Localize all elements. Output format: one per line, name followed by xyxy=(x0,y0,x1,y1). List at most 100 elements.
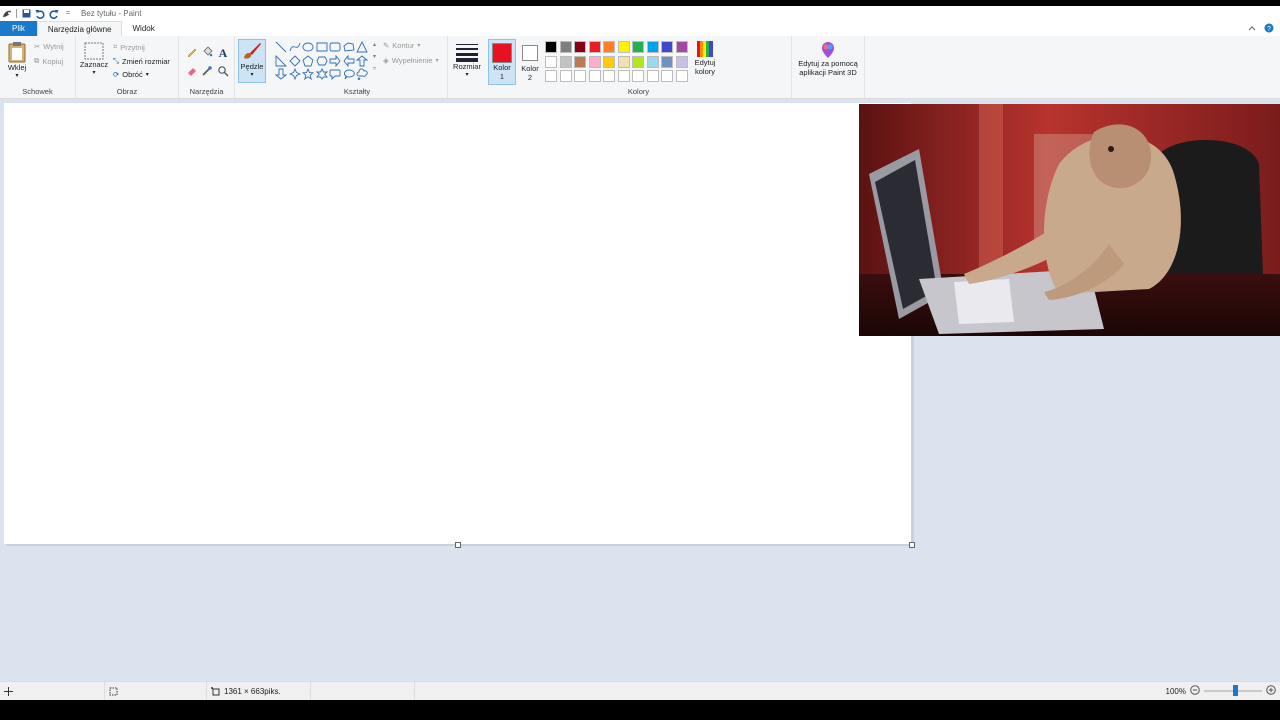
outline-button[interactable]: ✎ Kontur ▾ xyxy=(383,41,420,50)
edit-with-paint3d-button[interactable]: Edytuj za pomocą aplikacji Paint 3D xyxy=(796,41,860,77)
redo-icon[interactable] xyxy=(49,9,59,19)
curve-shape-icon[interactable] xyxy=(289,41,301,53)
minimize-ribbon-icon[interactable] xyxy=(1248,24,1256,33)
shapes-gallery-scroll[interactable]: ▴ ▾ ▿ xyxy=(373,41,376,72)
oval-shape-icon[interactable] xyxy=(302,41,314,53)
oval-callout-shape-icon[interactable] xyxy=(343,68,355,80)
left-arrow-shape-icon[interactable] xyxy=(342,54,355,67)
palette-swatch[interactable] xyxy=(617,55,630,68)
scroll-down-icon[interactable]: ▾ xyxy=(373,53,376,60)
resize-handle-corner[interactable] xyxy=(909,542,915,548)
resize-button[interactable]: ⤡ Zmień rozmiar xyxy=(113,56,170,66)
four-point-star-shape-icon[interactable] xyxy=(288,68,301,80)
palette-swatch[interactable] xyxy=(603,55,615,68)
brushes-button[interactable]: Pędzle ▾ xyxy=(238,39,266,83)
resize-handle-bottom[interactable] xyxy=(455,542,461,548)
scroll-up-icon[interactable]: ▴ xyxy=(373,41,376,48)
crop-button[interactable]: ⌗ Przytnij xyxy=(113,42,145,52)
tab-home[interactable]: Narzędzia główne xyxy=(36,21,123,36)
quick-access-toolbar: = xyxy=(0,6,73,21)
svg-text:A: A xyxy=(219,46,228,58)
cut-button[interactable]: ✂ Wytnij xyxy=(34,42,64,51)
tab-view[interactable]: Widok xyxy=(122,21,164,36)
pencil-icon[interactable] xyxy=(186,46,198,58)
video-overlay-image xyxy=(859,104,1280,336)
rotate-button[interactable]: ⟳ Obróć ▾ xyxy=(113,70,149,79)
palette-swatch[interactable] xyxy=(588,41,601,53)
fill-icon[interactable] xyxy=(201,46,213,58)
crop-label: Przytnij xyxy=(120,42,145,52)
palette-swatch[interactable] xyxy=(661,55,673,68)
chevron-down-icon: ▾ xyxy=(15,73,19,79)
size-button[interactable]: Rozmiar ▾ xyxy=(452,42,482,80)
palette-swatch[interactable] xyxy=(646,55,659,68)
paint3d-icon xyxy=(822,42,834,58)
paint-app-icon[interactable] xyxy=(2,9,12,19)
palette-swatch[interactable] xyxy=(545,55,557,68)
rectangle-shape-icon[interactable] xyxy=(316,41,328,53)
eraser-icon[interactable] xyxy=(186,65,198,77)
image-group: Zaznacz ▾ ⌗ Przytnij ⤡ Zmień rozmiar ⟳ O… xyxy=(76,36,179,98)
palette-swatch[interactable] xyxy=(661,41,673,53)
ribbon-tabs: Plik Narzędzia główne Widok ? xyxy=(0,21,1280,36)
palette-swatch[interactable] xyxy=(617,41,630,53)
magnifier-icon[interactable] xyxy=(217,65,229,77)
palette-swatch[interactable] xyxy=(646,41,659,53)
zoom-slider-thumb[interactable] xyxy=(1233,685,1238,696)
select-button[interactable]: Zaznacz ▾ xyxy=(79,42,109,78)
text-icon[interactable]: A xyxy=(217,46,229,58)
rounded-callout-shape-icon[interactable] xyxy=(329,68,341,80)
right-triangle-shape-icon[interactable] xyxy=(275,54,287,67)
diamond-shape-icon[interactable] xyxy=(288,54,301,67)
color2-button[interactable]: Kolor 2 xyxy=(517,40,543,82)
palette-swatch[interactable] xyxy=(559,41,572,53)
pentagon-shape-icon[interactable] xyxy=(302,54,314,67)
undo-icon[interactable] xyxy=(35,9,45,19)
palette-swatch[interactable] xyxy=(632,41,644,53)
copy-button[interactable]: ⧉ Kopiuj xyxy=(34,56,63,66)
paste-button[interactable]: Wklej ▾ xyxy=(5,41,29,81)
polygon-shape-icon[interactable] xyxy=(343,41,355,53)
more-icon[interactable]: ▿ xyxy=(373,65,376,72)
chevron-down-icon: ▾ xyxy=(417,43,421,49)
line-shape-icon[interactable] xyxy=(275,41,287,53)
cloud-callout-shape-icon[interactable] xyxy=(356,68,368,80)
color-picker-icon[interactable] xyxy=(201,65,213,77)
tools-group-label: Narzędzia xyxy=(189,87,224,96)
color2-label: Kolor 2 xyxy=(521,64,539,82)
palette-swatch[interactable] xyxy=(603,41,615,53)
up-arrow-shape-icon[interactable] xyxy=(356,54,368,67)
crop-icon: ⌗ xyxy=(113,42,118,51)
palette-swatch[interactable] xyxy=(574,41,586,53)
palette-swatch[interactable] xyxy=(675,41,688,53)
zoom-slider[interactable] xyxy=(1204,685,1262,696)
color1-button[interactable]: Kolor 1 xyxy=(488,39,516,85)
help-icon[interactable]: ? xyxy=(1264,23,1274,35)
zoom-in-icon[interactable] xyxy=(1266,685,1276,697)
palette-swatch[interactable] xyxy=(588,55,601,68)
window-title: Bez tytułu - Paint xyxy=(81,9,142,18)
palette-swatch[interactable] xyxy=(545,41,557,53)
rounded-rectangle-shape-icon[interactable] xyxy=(329,41,341,53)
palette-swatch[interactable] xyxy=(559,55,572,68)
fill-shape-button[interactable]: ◈ Wypełnienie ▾ xyxy=(383,56,439,65)
palette-swatch[interactable] xyxy=(632,55,644,68)
drawing-canvas[interactable] xyxy=(4,103,911,544)
palette-swatch xyxy=(559,70,572,82)
five-point-star-shape-icon[interactable] xyxy=(302,68,314,80)
down-arrow-shape-icon[interactable] xyxy=(275,68,287,80)
brushes-label: Pędzle xyxy=(240,62,264,71)
colors-group: Kolor 1 Kolor 2 Edytuj kolory Kolory xyxy=(486,36,792,98)
save-icon[interactable] xyxy=(21,9,31,19)
edit-colors-button[interactable]: Edytuj kolory xyxy=(691,40,719,76)
hexagon-shape-icon[interactable] xyxy=(315,55,328,67)
right-arrow-shape-icon[interactable] xyxy=(329,54,341,67)
palette-swatch[interactable] xyxy=(574,55,586,68)
tab-file[interactable]: Plik xyxy=(0,21,37,36)
triangle-shape-icon[interactable] xyxy=(356,41,368,53)
six-point-star-shape-icon[interactable] xyxy=(315,68,328,80)
palette-swatch[interactable] xyxy=(675,55,688,68)
shapes-gallery xyxy=(275,41,368,80)
zoom-out-icon[interactable] xyxy=(1190,685,1200,697)
customize-quick-access-icon[interactable]: = xyxy=(63,9,73,19)
